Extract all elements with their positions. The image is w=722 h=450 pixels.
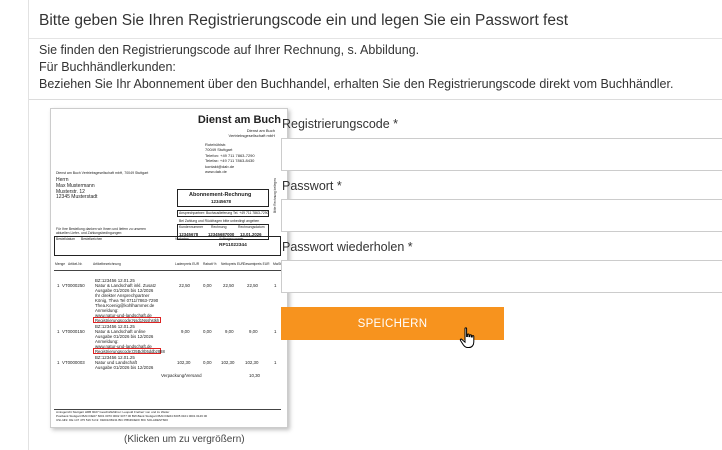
invoice-item-price: 9,00 <box>249 329 258 334</box>
page-title: Bitte geben Sie Ihren Registrierungscode… <box>39 12 569 29</box>
invoice-shipping-value: 10,30 <box>249 373 260 378</box>
info-line-invoice: Sie finden den Registrierungscode auf Ih… <box>39 43 420 57</box>
registration-panel: Bitte geben Sie Ihren Registrierungscode… <box>28 0 722 450</box>
invoice-contact-line: Ansprechpartner: Buchauslieferung Tel. +… <box>179 211 269 215</box>
password-repeat-input[interactable] <box>281 260 722 293</box>
registration-code-label: Registrierungscode * <box>282 117 399 131</box>
invoice-table-head: Bestellzeichen <box>81 237 103 241</box>
invoice-brand: Dienst am Buch <box>197 114 281 126</box>
invoice-item-price: 0,00 <box>203 329 212 334</box>
invoice-item-code: Registrierungscode:Nsd1Nsshstkh <box>95 318 160 323</box>
invoice-meta-label: Kundennummer <box>179 225 204 229</box>
invoice-col-head: Artikel-Nr. <box>68 262 83 266</box>
invoice-item-price: 22,50 <box>247 283 258 288</box>
invoice-item-price: 102,30 <box>177 360 191 365</box>
invoice-item-price: 22,50 <box>179 283 190 288</box>
invoice-item-price: 1 <box>274 360 277 365</box>
invoice-item-price: 0,00 <box>203 360 212 365</box>
invoice-col-head: Menge <box>55 262 66 266</box>
info-line-bookseller-detail: Beziehen Sie Ihr Abonnement über den Buc… <box>39 77 674 91</box>
invoice-side-text: Bitte Rechnung beilegen <box>273 178 277 213</box>
invoice-enlarge-caption[interactable]: (Klicken um zu vergrößern) <box>124 434 245 445</box>
invoice-col-head: Rabatt % <box>203 262 217 266</box>
password-label: Passwort * <box>282 179 342 193</box>
invoice-item-price: 1 <box>274 283 277 288</box>
invoice-thumbnail[interactable]: Dienst am Buch Dienst am Buch Vertriebsg… <box>50 108 288 428</box>
invoice-recipient: Herrn Max Mustermann Musterstr. 12 12345… <box>56 177 98 201</box>
invoice-col-head: Ladenpreis EUR <box>175 262 200 266</box>
invoice-doc-title: Abonnement-Rechnung <box>189 192 252 198</box>
info-line-bookseller: Für Buchhändlerkunden: <box>39 60 176 74</box>
invoice-footer: USt-IdNr. DE 147 475 516 St.Nr. 99201/08… <box>56 418 168 422</box>
invoice-item-desc: Ausgabe 01/2026 bis 12/2026 <box>95 365 154 370</box>
invoice-brand-sub2: Vertriebsgesellschaft mbH <box>228 133 275 138</box>
invoice-shipping-label: Verpackung/Versand <box>161 373 202 378</box>
invoice-col-head: Gesamtpreis EUR <box>243 262 270 266</box>
password-repeat-label: Passwort wiederholen * <box>282 240 413 254</box>
invoice-item-price: 102,30 <box>245 360 259 365</box>
invoice-item-price: 102,30 <box>221 360 235 365</box>
invoice-col-head: Artikelbezeichnung <box>93 262 121 266</box>
invoice-order-no: RP11022344 <box>219 243 247 248</box>
password-input[interactable] <box>281 199 722 232</box>
invoice-table-head: Bestelldatum <box>56 237 76 241</box>
invoice-item-price: 9,00 <box>181 329 190 334</box>
invoice-addr-4: Telefax: +49 711 7863-8430 <box>205 158 255 163</box>
panel-header: Bitte geben Sie Ihren Registrierungscode… <box>29 0 722 100</box>
invoice-item-art: VT0000003 <box>62 360 85 365</box>
invoice-addr-2: 70049 Stuttgart <box>205 147 233 152</box>
invoice-item-qty: 1 <box>57 329 60 334</box>
invoice-item-art: VT0000250 <box>62 283 85 288</box>
invoice-table-head: Auftragsnummer <box>219 237 244 241</box>
invoice-col-head: MwSt <box>273 262 282 266</box>
invoice-item-qty: 1 <box>57 360 60 365</box>
invoice-item-price: 0,00 <box>203 283 212 288</box>
invoice-item-price: 9,00 <box>225 329 234 334</box>
invoice-due-line: Bei Zahlung und Rückfragen bitte unbedin… <box>179 219 260 223</box>
invoice-table-head: Verlosten <box>175 237 189 241</box>
invoice-sender-line: Dienst am Buch Vertriebsgesellschaft mbH… <box>56 171 149 175</box>
invoice-item-price: 22,50 <box>223 283 234 288</box>
hand-pointer-icon <box>459 327 475 348</box>
invoice-note: aktuellen Liefer- und Zahlungsbedingunge… <box>56 231 123 235</box>
invoice-addr-6: www.dab.de <box>205 169 227 174</box>
invoice-meta-label: Rechnungsdatum <box>238 225 265 229</box>
invoice-col-head: Nettopreis EUR <box>221 262 244 266</box>
registration-code-input[interactable] <box>281 138 722 171</box>
invoice-doc-no: 12345678 <box>211 199 232 204</box>
invoice-rule <box>54 270 281 271</box>
invoice-item-art: VT0000150 <box>62 329 85 334</box>
invoice-item-code: Registrierungscode:D5Bdrb5ddbz888 <box>95 349 165 354</box>
header-divider <box>29 38 722 39</box>
recipient-line: 12345 Musterstadt <box>56 194 98 201</box>
invoice-item-qty: 1 <box>57 283 60 288</box>
invoice-item-price: 1 <box>274 329 277 334</box>
invoice-meta-label: Rechnung <box>211 225 227 229</box>
